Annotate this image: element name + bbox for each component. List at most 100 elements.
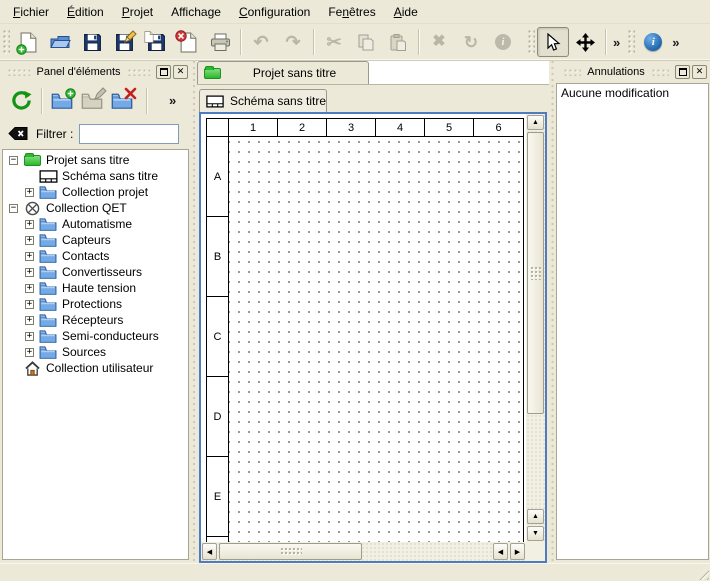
row-header: B [207,217,229,297]
expand-box[interactable] [25,348,34,357]
scroll-down-button[interactable]: ▼ [527,526,544,541]
collapse-box[interactable] [9,204,18,213]
expand-box[interactable] [25,332,34,341]
delete-button[interactable]: ✖ [423,27,455,57]
schema-tab[interactable]: Schéma sans titre [199,89,327,112]
expand-box[interactable] [25,268,34,277]
scroll-left-button[interactable]: ◀ [202,543,217,560]
main-toolbar: ↶ ↷ ✂ ✖ ↻ i [0,24,710,61]
undo-history-list[interactable]: Aucune modification [556,83,709,560]
tree-item-protections[interactable]: Protections [3,296,188,312]
undo-button[interactable]: ↶ [245,27,277,57]
vertical-scroll-thumb[interactable] [527,132,544,414]
redo-button[interactable]: ↷ [277,27,309,57]
element-info-button[interactable]: i [487,27,519,57]
tree-item-haute-tension[interactable]: Haute tension [3,280,188,296]
tree-item-schema[interactable]: Schéma sans titre [3,168,188,184]
menu-edition[interactable]: Édition [58,1,113,23]
tree-item-recepteurs[interactable]: Récepteurs [3,312,188,328]
expand-box[interactable] [25,300,34,309]
menu-configuration[interactable]: Configuration [230,1,319,23]
reload-collections-button[interactable] [6,86,36,116]
toolbar-drag-handle[interactable] [527,29,535,55]
menu-aide[interactable]: Aide [385,1,427,23]
save-button[interactable] [76,27,108,57]
tree-item-collection-qet[interactable]: Collection QET [3,200,188,216]
tree-item-collection-utilisateur[interactable]: Collection utilisateur [3,360,188,376]
menu-fichier[interactable]: Fichier [4,1,58,23]
toolbar-separator [41,88,42,114]
tree-item-capteurs[interactable]: Capteurs [3,232,188,248]
column-header: 4 [376,119,425,136]
open-button[interactable] [44,27,76,57]
menu-fenetres[interactable]: Fenêtres [319,1,384,23]
tree-item-convertisseurs[interactable]: Convertisseurs [3,264,188,280]
float-panel-button[interactable] [156,65,171,79]
project-tab[interactable]: Projet sans titre [197,61,369,84]
menu-projet[interactable]: Projet [113,1,162,23]
new-category-button[interactable] [47,86,77,116]
toolbar-overflow-button[interactable]: » [610,35,623,50]
filter-input[interactable] [79,124,179,144]
move-mode-button[interactable] [569,27,601,57]
undo-panel-titlebar[interactable]: Annulations ✕ [556,61,710,82]
splitter-right[interactable] [549,61,556,563]
paste-button[interactable] [382,27,414,57]
expand-box[interactable] [25,236,34,245]
save-as-button[interactable] [108,27,140,57]
tree-item-semi-conducteurs[interactable]: Semi-conducteurs [3,328,188,344]
close-panel-button[interactable]: ✕ [173,65,188,79]
collapse-box[interactable] [9,156,18,165]
scroll-up-button[interactable]: ▲ [527,115,544,130]
new-document-button[interactable] [12,27,44,57]
toolbar-separator [146,88,147,114]
about-button[interactable]: i [637,27,669,57]
elements-panel-titlebar[interactable]: Panel d'éléments ✕ [0,61,191,82]
frame-corner-cell [207,119,229,136]
float-panel-button[interactable] [675,65,690,79]
select-mode-button[interactable] [537,27,569,57]
folder-icon [38,185,58,199]
copy-button[interactable] [350,27,382,57]
horizontal-scroll-thumb[interactable] [219,543,362,560]
close-panel-button[interactable]: ✕ [692,65,707,79]
column-header: 5 [425,119,474,136]
scroll-right-button[interactable]: ▶ [510,543,525,560]
edit-category-button[interactable] [77,86,107,116]
redo-icon: ↷ [285,33,300,51]
tree-item-collection-projet[interactable]: Collection projet [3,184,188,200]
diagram-border-frame: 1 2 3 4 5 6 A B C D E [206,118,524,542]
toolbar-overflow-button[interactable]: » [669,35,682,50]
expand-box[interactable] [25,316,34,325]
rotate-button[interactable]: ↻ [455,27,487,57]
tree-item-contacts[interactable]: Contacts [3,248,188,264]
vertical-scrollbar[interactable]: ▲ ▲ ▼ [526,114,545,542]
folder-icon [38,313,58,327]
expand-box[interactable] [25,220,34,229]
print-button[interactable] [204,27,236,57]
tree-item-automatisme[interactable]: Automatisme [3,216,188,232]
toolbar-drag-handle[interactable] [2,29,10,55]
expand-box[interactable] [25,284,34,293]
diagram-canvas[interactable]: 1 2 3 4 5 6 A B C D E [201,114,526,542]
close-file-button[interactable] [172,27,204,57]
expand-box[interactable] [25,188,34,197]
expand-box[interactable] [25,252,34,261]
scroll-up-button-2[interactable]: ▲ [527,509,544,524]
tree-item-sources[interactable]: Sources [3,344,188,360]
undo-history-empty-item[interactable]: Aucune modification [557,84,708,102]
resize-grip[interactable] [695,566,709,580]
tree-item-project[interactable]: Projet sans titre [3,152,188,168]
cut-button[interactable]: ✂ [318,27,350,57]
diagram-view: 1 2 3 4 5 6 A B C D E [199,112,547,563]
menu-affichage[interactable]: Affichage [162,1,230,23]
about-info-icon: i [644,33,662,51]
save-all-button[interactable] [140,27,172,57]
clear-filter-icon[interactable] [8,126,28,141]
panel-toolbar-overflow-button[interactable]: » [166,93,179,108]
elements-tree[interactable]: Projet sans titre Schéma sans titre Coll… [2,149,189,560]
scroll-left-button-2[interactable]: ◀ [493,543,508,560]
delete-category-button[interactable] [107,86,137,116]
horizontal-scrollbar[interactable]: ◀ ◀ ▶ [201,542,526,561]
toolbar-drag-handle[interactable] [627,29,635,55]
